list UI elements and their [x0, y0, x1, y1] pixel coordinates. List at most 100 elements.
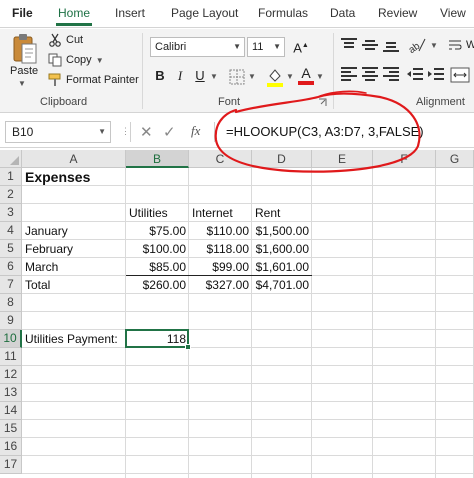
- borders-icon[interactable]: [229, 69, 245, 85]
- formula-input[interactable]: =HLOOKUP(C3, A3:D7, 3,FALSE): [226, 124, 424, 139]
- cell-a4[interactable]: January: [22, 222, 126, 240]
- align-middle-icon[interactable]: [362, 38, 378, 52]
- active-cell-selection: [125, 329, 189, 348]
- cell-c4[interactable]: $110.00: [189, 222, 252, 240]
- chevron-down-icon: ▼: [316, 72, 324, 81]
- column-header-f[interactable]: F: [373, 150, 436, 168]
- column-header-b[interactable]: B: [126, 150, 189, 168]
- italic-button[interactable]: I: [172, 67, 188, 85]
- chevron-down-icon: ▼: [210, 72, 218, 81]
- gridline-vertical: [372, 168, 373, 478]
- tab-formulas[interactable]: Formulas: [258, 6, 308, 20]
- cell-c7[interactable]: $327.00: [189, 276, 252, 294]
- column-header-d[interactable]: D: [252, 150, 312, 168]
- worksheet-grid[interactable]: A B C D E F G 1 2 3 4 5 6 7 8 9 10 11 12 13 14 15 16 17 Expenses…: [0, 150, 474, 478]
- underline-button[interactable]: U: [192, 67, 208, 85]
- font-color-button[interactable]: A: [298, 65, 314, 85]
- row-header-13[interactable]: 13: [0, 384, 22, 402]
- tab-review[interactable]: Review: [378, 6, 417, 20]
- row-header-9[interactable]: 9: [0, 312, 22, 330]
- row-header-16[interactable]: 16: [0, 438, 22, 456]
- gridline-horizontal: [22, 437, 474, 438]
- cell-d5[interactable]: $1,600.00: [252, 240, 312, 258]
- grow-font-button[interactable]: A▲: [290, 37, 312, 55]
- row-header-11[interactable]: 11: [0, 348, 22, 366]
- tab-view[interactable]: View: [440, 6, 466, 20]
- formula-divider: [130, 122, 131, 142]
- dialog-launcher-icon[interactable]: [318, 98, 327, 107]
- column-header-e[interactable]: E: [312, 150, 373, 168]
- grow-font-glyph: A: [293, 40, 302, 56]
- row-header-6[interactable]: 6: [0, 258, 22, 276]
- align-left-icon[interactable]: [341, 67, 357, 81]
- wrap-text-icon: [449, 40, 462, 50]
- cut-button[interactable]: Cut: [48, 33, 83, 47]
- row-header-15[interactable]: 15: [0, 420, 22, 438]
- tab-page-layout[interactable]: Page Layout: [171, 6, 238, 20]
- column-header-g[interactable]: G: [436, 150, 474, 168]
- fill-handle[interactable]: [185, 344, 191, 350]
- row-header-14[interactable]: 14: [0, 402, 22, 420]
- row-header-8[interactable]: 8: [0, 294, 22, 312]
- cell-b7[interactable]: $260.00: [126, 276, 189, 294]
- cell-b5[interactable]: $100.00: [126, 240, 189, 258]
- alignment-group-label: Alignment: [416, 96, 465, 108]
- cell-a10[interactable]: Utilities Payment:: [22, 330, 132, 348]
- tab-data[interactable]: Data: [330, 6, 355, 20]
- font-group-label: Font: [218, 96, 241, 108]
- row-header-12[interactable]: 12: [0, 366, 22, 384]
- fill-color-icon[interactable]: [266, 67, 284, 87]
- increase-indent-icon[interactable]: [428, 67, 444, 83]
- align-right-icon[interactable]: [383, 67, 399, 81]
- orientation-icon[interactable]: ab: [405, 35, 427, 55]
- copy-icon: [48, 53, 62, 67]
- cell-b6[interactable]: $85.00: [126, 258, 189, 276]
- align-top-icon[interactable]: [341, 38, 357, 52]
- cell-d6[interactable]: $1,601.00: [252, 258, 312, 276]
- column-header-a[interactable]: A: [22, 150, 126, 168]
- cell-c3[interactable]: Internet: [189, 204, 252, 222]
- insert-function-button[interactable]: fx: [191, 123, 200, 139]
- cell-c6[interactable]: $99.00: [189, 258, 252, 276]
- align-bottom-icon[interactable]: [383, 38, 399, 52]
- cell-d3[interactable]: Rent: [252, 204, 312, 222]
- row-header-2[interactable]: 2: [0, 186, 22, 204]
- decrease-indent-icon[interactable]: [407, 67, 423, 83]
- cancel-icon[interactable]: ✕: [140, 123, 153, 141]
- row-header-10[interactable]: 10: [0, 330, 22, 348]
- cell-d4[interactable]: $1,500.00: [252, 222, 312, 240]
- name-box[interactable]: B10 ▼: [5, 121, 111, 143]
- tab-insert[interactable]: Insert: [115, 6, 145, 20]
- cell-c5[interactable]: $118.00: [189, 240, 252, 258]
- row-header-17[interactable]: 17: [0, 456, 22, 474]
- row-header-3[interactable]: 3: [0, 204, 22, 222]
- cell-a5[interactable]: February: [22, 240, 126, 258]
- row-header-5[interactable]: 5: [0, 240, 22, 258]
- cell-a7[interactable]: Total: [22, 276, 126, 294]
- enter-check-icon[interactable]: ✓: [163, 123, 176, 141]
- cell-b3[interactable]: Utilities: [126, 204, 189, 222]
- font-color-swatch: [298, 81, 314, 85]
- merge-center-icon[interactable]: [450, 67, 470, 83]
- column-header-c[interactable]: C: [189, 150, 252, 168]
- font-size-select[interactable]: 11 ▼: [247, 37, 285, 57]
- format-painter-button[interactable]: Format Painter: [48, 73, 139, 87]
- formula-bar: B10 ▼ ⋮ ✕ ✓ fx =HLOOKUP(C3, A3:D7, 3,FAL…: [0, 114, 474, 148]
- row-header-7[interactable]: 7: [0, 276, 22, 294]
- row-header-4[interactable]: 4: [0, 222, 22, 240]
- bold-button[interactable]: B: [152, 67, 168, 85]
- cell-a6[interactable]: March: [22, 258, 126, 276]
- wrap-text-label: W: [466, 39, 474, 51]
- select-all-button[interactable]: [0, 150, 22, 168]
- cell-b4[interactable]: $75.00: [126, 222, 189, 240]
- tab-file[interactable]: File: [12, 6, 33, 20]
- row-header-1[interactable]: 1: [0, 168, 22, 186]
- tab-home[interactable]: Home: [55, 6, 93, 26]
- copy-label: Copy: [66, 54, 92, 66]
- wrap-text-button[interactable]: W: [448, 38, 474, 52]
- copy-button[interactable]: Copy ▼: [48, 53, 104, 67]
- cell-d7[interactable]: $4,701.00: [252, 276, 312, 294]
- align-center-icon[interactable]: [362, 67, 378, 81]
- cell-a1[interactable]: Expenses: [22, 168, 142, 186]
- font-name-select[interactable]: Calibri ▼: [150, 37, 245, 57]
